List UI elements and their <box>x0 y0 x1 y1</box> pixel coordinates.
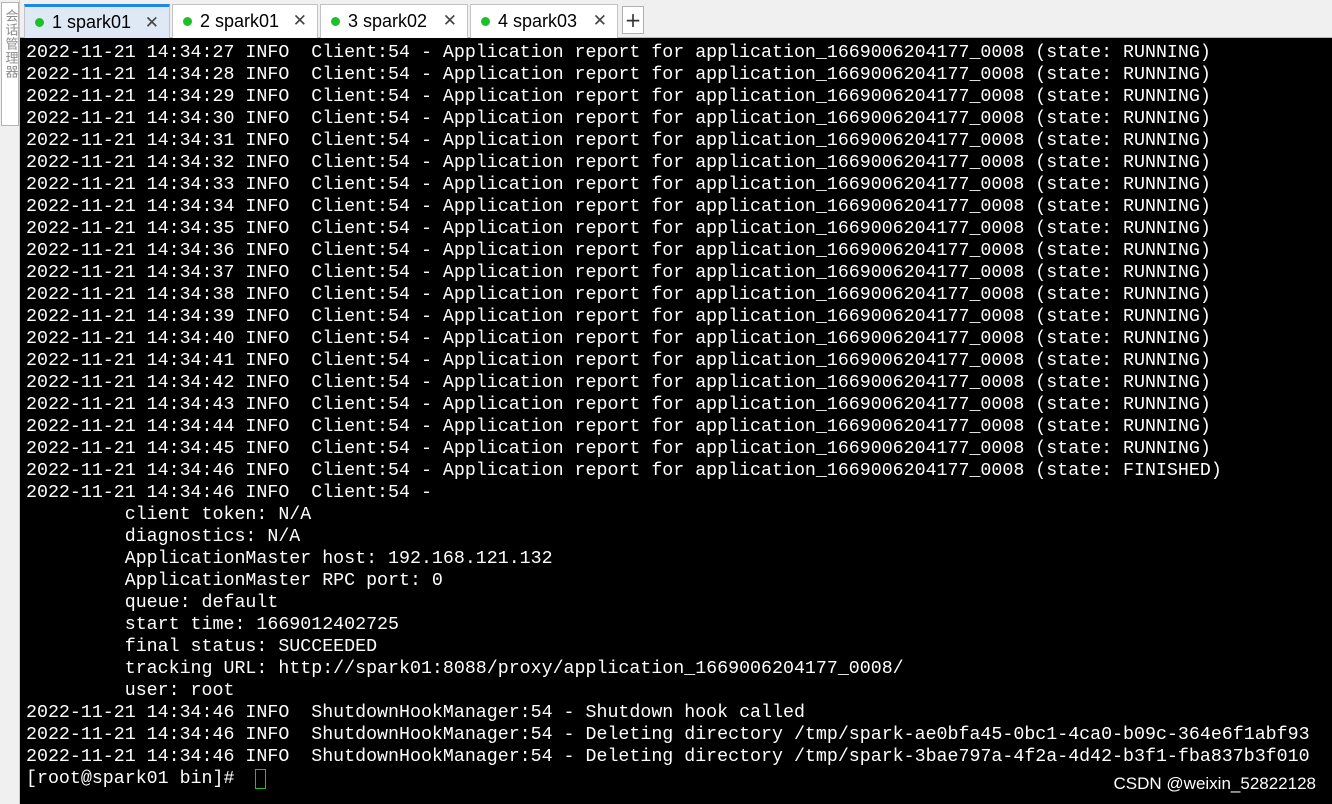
terminal-line: 2022-11-21 14:34:28 INFO Client:54 - App… <box>26 65 1211 85</box>
session-manager-tab[interactable]: 会话管理器 <box>1 2 19 126</box>
terminal-line: 2022-11-21 14:34:38 INFO Client:54 - App… <box>26 285 1211 305</box>
terminal-line: 2022-11-21 14:34:31 INFO Client:54 - App… <box>26 131 1211 151</box>
tab-session-1[interactable]: 1 spark01 ✕ <box>24 4 170 38</box>
terminal-line: 2022-11-21 14:34:35 INFO Client:54 - App… <box>26 219 1211 239</box>
terminal-line: user: root <box>26 681 235 701</box>
terminal-line: 2022-11-21 14:34:37 INFO Client:54 - App… <box>26 263 1211 283</box>
tab-label: 2 spark01 <box>200 11 280 31</box>
terminal-line: 2022-11-21 14:34:45 INFO Client:54 - App… <box>26 439 1211 459</box>
terminal-output[interactable]: 2022-11-21 14:34:27 INFO Client:54 - App… <box>20 38 1332 804</box>
terminal-line: 2022-11-21 14:34:46 INFO Client:54 - App… <box>26 461 1222 481</box>
terminal-line: 2022-11-21 14:34:33 INFO Client:54 - App… <box>26 175 1211 195</box>
terminal-line: 2022-11-21 14:34:29 INFO Client:54 - App… <box>26 87 1211 107</box>
terminal-line: 2022-11-21 14:34:32 INFO Client:54 - App… <box>26 153 1211 173</box>
close-icon[interactable]: ✕ <box>443 11 457 31</box>
terminal-line: 2022-11-21 14:34:46 INFO ShutdownHookMan… <box>26 703 805 723</box>
terminal-line: 2022-11-21 14:34:41 INFO Client:54 - App… <box>26 351 1211 371</box>
terminal-line: client token: N/A <box>26 505 312 525</box>
terminal-line: start time: 1669012402725 <box>26 615 399 635</box>
session-manager-label: 会话管理器 <box>2 9 18 79</box>
connected-status-icon <box>35 18 44 27</box>
terminal-line: 2022-11-21 14:34:30 INFO Client:54 - App… <box>26 109 1211 129</box>
terminal-line: 2022-11-21 14:34:39 INFO Client:54 - App… <box>26 307 1211 327</box>
terminal-line: 2022-11-21 14:34:27 INFO Client:54 - App… <box>26 43 1211 63</box>
terminal-line: 2022-11-21 14:34:43 INFO Client:54 - App… <box>26 395 1211 415</box>
tab-label: 1 spark01 <box>52 12 132 32</box>
terminal-lines: 2022-11-21 14:34:27 INFO Client:54 - App… <box>26 42 1326 790</box>
tab-session-2[interactable]: 2 spark01 ✕ <box>172 4 318 38</box>
terminal-line: tracking URL: http://spark01:8088/proxy/… <box>26 659 904 679</box>
watermark: CSDN @weixin_52822128 <box>1113 774 1316 793</box>
terminal-line: 2022-11-21 14:34:42 INFO Client:54 - App… <box>26 373 1211 393</box>
terminal-line: ApplicationMaster RPC port: 0 <box>26 571 443 591</box>
terminal-line: 2022-11-21 14:34:44 INFO Client:54 - App… <box>26 417 1211 437</box>
terminal-line: 2022-11-21 14:34:36 INFO Client:54 - App… <box>26 241 1211 261</box>
tab-label: 4 spark03 <box>498 11 578 31</box>
tab-label: 3 spark02 <box>348 11 428 31</box>
terminal-line: 2022-11-21 14:34:46 INFO ShutdownHookMan… <box>26 747 1310 767</box>
tab-session-3[interactable]: 3 spark02 ✕ <box>320 4 468 38</box>
close-icon[interactable]: ✕ <box>293 11 307 31</box>
session-manager-strip: 会话管理器 <box>0 0 20 804</box>
close-icon[interactable]: ✕ <box>593 11 607 31</box>
connected-status-icon <box>331 17 340 26</box>
terminal-line: final status: SUCCEEDED <box>26 637 378 657</box>
terminal-line: ApplicationMaster host: 192.168.121.132 <box>26 549 553 569</box>
tab-session-4[interactable]: 4 spark03 ✕ <box>470 4 618 38</box>
terminal-line: 2022-11-21 14:34:34 INFO Client:54 - App… <box>26 197 1211 217</box>
new-tab-button[interactable]: + <box>622 6 644 34</box>
terminal-app-window: 会话管理器 1 spark01 ✕ 2 spark01 ✕ 3 spark02 … <box>0 0 1332 804</box>
terminal-line: queue: default <box>26 593 279 613</box>
terminal-line: 2022-11-21 14:34:46 INFO Client:54 - <box>26 483 443 503</box>
shell-prompt: [root@spark01 bin]# <box>26 769 246 789</box>
connected-status-icon <box>481 17 490 26</box>
terminal-line: diagnostics: N/A <box>26 527 301 547</box>
close-icon[interactable]: ✕ <box>145 13 159 33</box>
terminal-line: 2022-11-21 14:34:40 INFO Client:54 - App… <box>26 329 1211 349</box>
terminal-line: 2022-11-21 14:34:46 INFO ShutdownHookMan… <box>26 725 1310 745</box>
connected-status-icon <box>183 17 192 26</box>
text-cursor <box>255 769 267 789</box>
tab-bar: 1 spark01 ✕ 2 spark01 ✕ 3 spark02 ✕ 4 sp… <box>20 0 1332 38</box>
